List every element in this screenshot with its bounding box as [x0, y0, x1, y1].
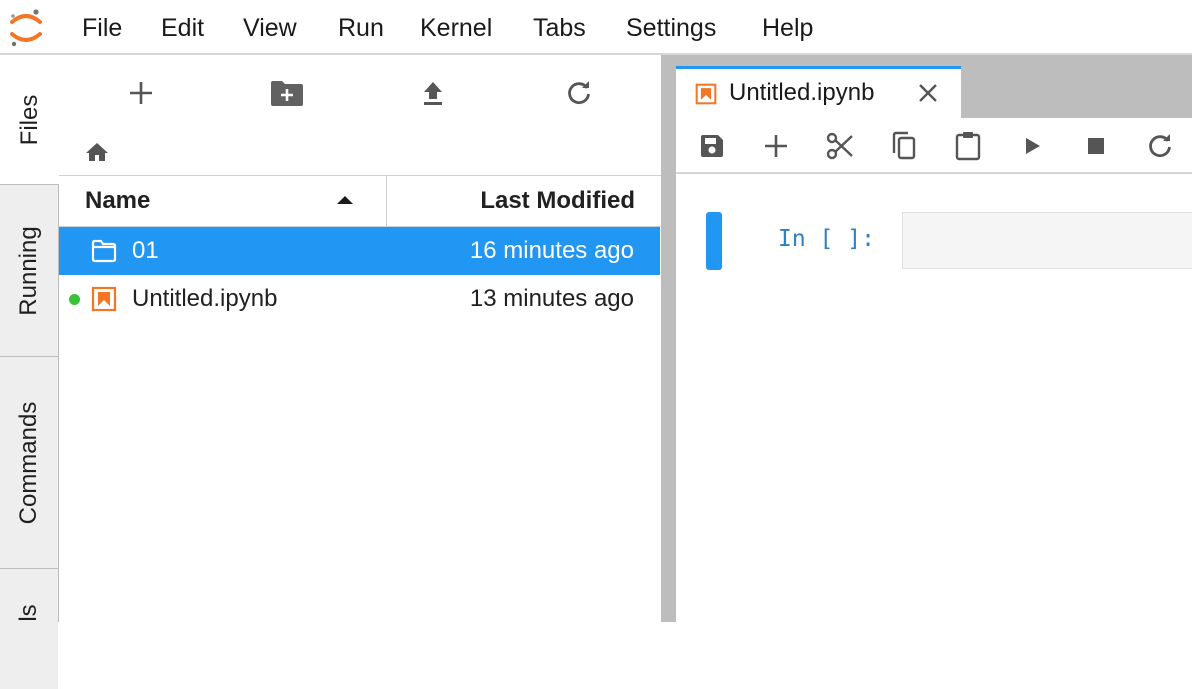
sidebar-tab-files[interactable]: Files: [0, 55, 60, 185]
menu-bar: File Edit View Run Kernel Tabs Settings …: [0, 0, 1192, 55]
jupyter-logo-icon[interactable]: [8, 8, 44, 48]
restart-kernel-button[interactable]: [1142, 128, 1178, 164]
close-icon[interactable]: [916, 81, 940, 105]
menu-view[interactable]: View: [243, 0, 297, 55]
file-name: 01: [132, 237, 159, 264]
column-divider[interactable]: [386, 176, 387, 226]
tab-title: Untitled.ipynb: [729, 79, 875, 106]
upload-button[interactable]: [411, 75, 455, 111]
menu-settings[interactable]: Settings: [626, 0, 716, 55]
menu-run[interactable]: Run: [338, 0, 384, 55]
folder-icon: [91, 238, 117, 264]
column-header-last-modified[interactable]: Last Modified: [480, 176, 635, 226]
copy-icon: [892, 131, 916, 160]
sidebar-tab-commands-label: Commands: [15, 401, 42, 524]
menu-tabs[interactable]: Tabs: [533, 0, 586, 55]
interrupt-button[interactable]: [1078, 128, 1114, 164]
file-list-header: Name Last Modified: [59, 175, 661, 227]
left-sidebar-tabs: Files Running Commands ls: [0, 55, 60, 689]
file-modified: 13 minutes ago: [469, 285, 634, 312]
notebook-icon: [91, 286, 117, 312]
save-button[interactable]: [694, 128, 730, 164]
scissors-icon: [826, 132, 853, 160]
stop-icon: [1088, 138, 1104, 154]
tab-untitled-notebook[interactable]: Untitled.ipynb: [676, 66, 961, 118]
play-icon: [1026, 138, 1040, 154]
cell-input-prompt: In [ ]:: [778, 226, 875, 252]
menu-file[interactable]: File: [82, 0, 122, 55]
new-folder-icon: [271, 81, 303, 106]
file-row[interactable]: 01 16 minutes ago: [59, 227, 660, 275]
code-cell-editor[interactable]: [902, 212, 1192, 269]
sidebar-tab-running-label: Running: [15, 225, 42, 316]
sidebar-tab-more-label: ls: [15, 604, 42, 622]
file-browser: Name Last Modified 01 16 minutes ago Unt…: [59, 55, 661, 622]
paste-button[interactable]: [950, 128, 986, 164]
sidebar-tab-more[interactable]: ls: [0, 569, 58, 689]
cell-collapser[interactable]: [706, 212, 722, 270]
sort-ascending-icon: [337, 196, 353, 204]
document-tab-bar: Untitled.ipynb: [676, 55, 1192, 118]
run-button[interactable]: [1014, 128, 1050, 164]
save-icon: [701, 135, 723, 157]
menu-edit[interactable]: Edit: [161, 0, 204, 55]
panel-splitter[interactable]: [661, 55, 676, 622]
notebook-icon: [695, 83, 717, 105]
insert-cell-button[interactable]: [758, 128, 794, 164]
refresh-icon: [568, 81, 590, 105]
refresh-icon: [1149, 134, 1171, 158]
notebook-toolbar: [676, 118, 1192, 174]
cut-button[interactable]: [822, 128, 858, 164]
copy-button[interactable]: [886, 128, 922, 164]
column-header-name[interactable]: Name: [85, 176, 150, 226]
sidebar-tab-files-label: Files: [16, 94, 43, 145]
plus-icon: [130, 82, 152, 104]
plus-icon: [765, 135, 787, 157]
new-folder-button[interactable]: [265, 75, 309, 111]
file-name: Untitled.ipynb: [132, 285, 278, 312]
file-row[interactable]: Untitled.ipynb 13 minutes ago: [59, 275, 660, 323]
new-launcher-button[interactable]: [119, 75, 163, 111]
running-indicator-icon: [69, 294, 80, 305]
refresh-button[interactable]: [557, 75, 601, 111]
breadcrumb-home-icon[interactable]: [85, 141, 109, 163]
file-modified: 16 minutes ago: [469, 237, 634, 264]
upload-icon: [424, 82, 442, 105]
menu-kernel[interactable]: Kernel: [420, 0, 492, 55]
menu-help[interactable]: Help: [762, 0, 813, 55]
sidebar-tab-commands[interactable]: Commands: [0, 357, 58, 569]
sidebar-tab-running[interactable]: Running: [0, 185, 58, 357]
notebook-panel: In [ ]:: [676, 118, 1192, 622]
clipboard-icon: [955, 132, 981, 161]
